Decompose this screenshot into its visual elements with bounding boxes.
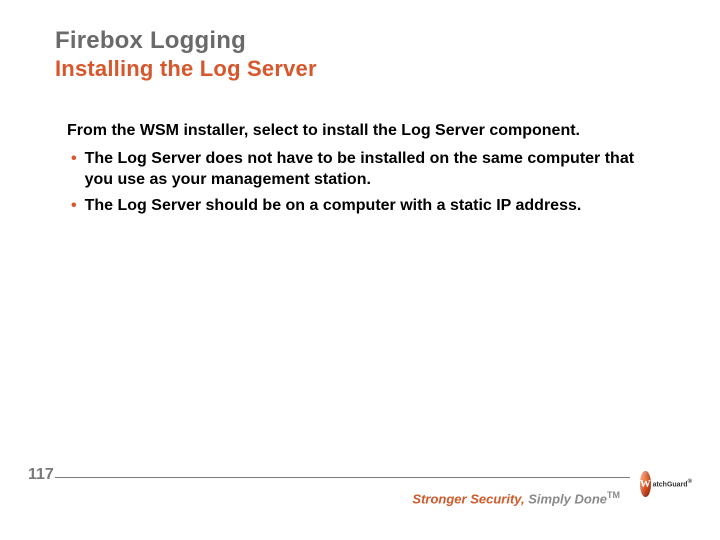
watchguard-logo: atchGuard®: [640, 466, 692, 502]
list-item: • The Log Server should be on a computer…: [67, 195, 660, 217]
bullet-text: The Log Server does not have to be insta…: [85, 148, 660, 191]
page-number: 117: [28, 466, 54, 484]
logo-word: atchGuard: [653, 482, 688, 489]
tagline-strong: Stronger Security,: [412, 491, 528, 506]
footer-rule: [55, 477, 630, 478]
slide-title: Firebox Logging: [55, 28, 680, 54]
intro-text: From the WSM installer, select to instal…: [67, 120, 660, 142]
registered-mark: ®: [688, 479, 692, 485]
bullet-icon: •: [71, 195, 77, 217]
list-item: • The Log Server does not have to be ins…: [67, 148, 660, 191]
slide-subtitle: Installing the Log Server: [55, 56, 680, 82]
bullet-icon: •: [71, 148, 77, 170]
tagline-gray: Simply Done: [528, 491, 607, 506]
footer-tagline: Stronger Security, Simply DoneTM: [412, 490, 620, 506]
tagline-tm: TM: [607, 490, 620, 500]
logo-text: atchGuard®: [653, 479, 692, 488]
slide-content: From the WSM installer, select to instal…: [67, 120, 660, 216]
logo-badge-icon: [640, 471, 651, 497]
slide: Firebox Logging Installing the Log Serve…: [0, 0, 720, 540]
slide-header: Firebox Logging Installing the Log Serve…: [55, 28, 680, 82]
bullet-text: The Log Server should be on a computer w…: [85, 195, 582, 217]
bullet-list: • The Log Server does not have to be ins…: [67, 148, 660, 217]
